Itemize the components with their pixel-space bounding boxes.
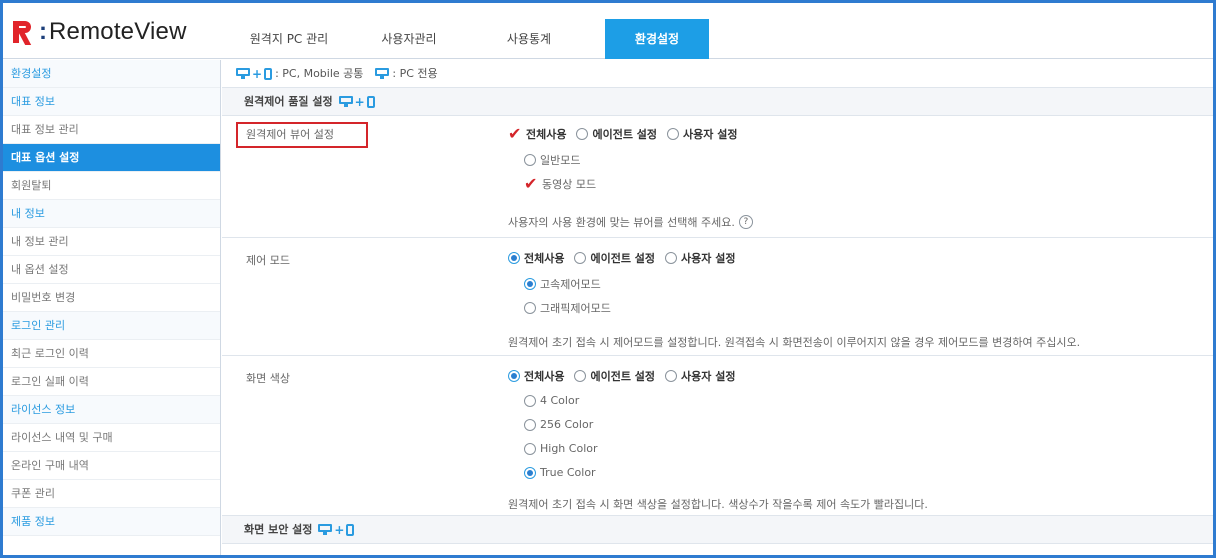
tab-settings[interactable]: 환경설정 — [605, 19, 709, 59]
legend-pc-text: : PC 전용 — [392, 66, 438, 80]
check-mark-icon: ✔ — [508, 124, 522, 143]
control-mode-label: 제어 모드 — [246, 254, 290, 267]
control-mode-hint: 원격제어 초기 접속 시 제어모드를 설정합니다. 원격접속 시 화면전송이 이… — [508, 336, 1081, 349]
control-scope-agent[interactable]: 에이전트 설정 — [574, 250, 655, 266]
radio-icon — [665, 252, 678, 264]
logo-separator: : — [39, 18, 47, 45]
radio-icon — [574, 370, 587, 382]
control-scope-all[interactable]: 전체사용 — [508, 250, 564, 266]
quality-section-header: 원격제어 품질 설정 + — [222, 88, 1213, 116]
radio-icon — [576, 128, 589, 140]
screen-color-label: 화면 색상 — [246, 372, 290, 385]
sidebar-item-my-options[interactable]: 내 옵션 설정 — [3, 256, 220, 284]
viewer-scope-all[interactable]: ✔ 전체사용 — [508, 126, 566, 142]
logo[interactable]: : RemoteView — [13, 17, 187, 47]
viewer-mode-video[interactable]: ✔ 동영상 모드 — [524, 176, 596, 192]
help-icon[interactable]: ? — [738, 215, 753, 229]
sidebar-item-rep-info-manage[interactable]: 대표 정보 관리 — [3, 116, 220, 144]
sidebar-item-coupons[interactable]: 쿠폰 관리 — [3, 480, 220, 508]
top-nav: 원격지 PC 관리 사용자관리 사용통계 환경설정 — [229, 19, 709, 59]
sidebar-item-online-orders[interactable]: 온라인 구매 내역 — [3, 452, 220, 480]
tab-remote-pc[interactable]: 원격지 PC 관리 — [229, 19, 349, 59]
radio-selected-icon — [524, 466, 536, 479]
radio-icon — [524, 442, 536, 455]
radio-icon — [524, 418, 536, 431]
pc-mobile-icon: + — [338, 88, 375, 116]
control-scope-options: 전체사용 에이전트 설정 사용자 설정 — [508, 250, 735, 266]
color-true[interactable]: True Color — [524, 466, 596, 479]
control-mode-fast[interactable]: 고속제어모드 — [524, 276, 601, 292]
sidebar-item-withdraw[interactable]: 회원탈퇴 — [3, 172, 220, 200]
color-high[interactable]: High Color — [524, 442, 598, 455]
color-scope-all[interactable]: 전체사용 — [508, 368, 564, 384]
viewer-mode-normal[interactable]: 일반모드 — [524, 152, 580, 168]
radio-icon — [524, 302, 536, 314]
radio-selected-icon — [508, 252, 520, 264]
color-scope-user[interactable]: 사용자 설정 — [665, 368, 735, 384]
screen-color-row: 화면 색상 전체사용 에이전트 설정 사용자 설정 4 Color 256 Co… — [222, 356, 1213, 516]
control-mode-row: 제어 모드 전체사용 에이전트 설정 사용자 설정 고속제어모드 그래픽제어모드… — [222, 238, 1213, 356]
radio-icon — [665, 370, 678, 382]
color-4[interactable]: 4 Color — [524, 394, 579, 407]
sidebar-section-product[interactable]: 제품 정보 — [3, 508, 220, 536]
control-scope-user[interactable]: 사용자 설정 — [665, 250, 735, 266]
pc-icon — [375, 68, 390, 79]
check-mark-icon: ✔ — [524, 174, 538, 193]
sidebar-section-license[interactable]: 라이선스 정보 — [3, 396, 220, 424]
pc-mobile-icon: + — [236, 60, 273, 88]
color-scope-agent[interactable]: 에이전트 설정 — [574, 368, 655, 384]
color-256[interactable]: 256 Color — [524, 418, 593, 431]
sidebar-item-my-info-manage[interactable]: 내 정보 관리 — [3, 228, 220, 256]
control-mode-graphic[interactable]: 그래픽제어모드 — [524, 300, 611, 316]
logo-name: RemoteView — [49, 18, 187, 45]
viewer-scope-options: ✔ 전체사용 에이전트 설정 사용자 설정 — [508, 126, 737, 142]
sidebar: 환경설정 대표 정보 대표 정보 관리 대표 옵션 설정 회원탈퇴 내 정보 내… — [3, 60, 221, 555]
radio-icon — [574, 252, 587, 264]
quality-section-title: 원격제어 품질 설정 — [244, 94, 333, 108]
viewer-scope-agent[interactable]: 에이전트 설정 — [576, 126, 657, 142]
sidebar-item-login-failures[interactable]: 로그인 실패 이력 — [3, 368, 220, 396]
sidebar-item-recent-login[interactable]: 최근 로그인 이력 — [3, 340, 220, 368]
sidebar-section-rep-info[interactable]: 대표 정보 — [3, 88, 220, 116]
radio-icon — [524, 154, 536, 166]
logo-r-mark — [13, 19, 35, 45]
security-section-header: 화면 보안 설정 + — [222, 516, 1213, 544]
radio-icon — [524, 394, 536, 407]
tab-usage-stats[interactable]: 사용통계 — [469, 19, 589, 59]
header: : RemoteView 원격지 PC 관리 사용자관리 사용통계 환경설정 — [3, 3, 1213, 59]
tab-user-management[interactable]: 사용자관리 — [349, 19, 469, 59]
viewer-setting-row: 원격제어 뷰어 설정 ✔ 전체사용 에이전트 설정 사용자 설정 일반모드 ✔ 동영… — [222, 116, 1213, 238]
main-content: + : PC, Mobile 공통 : PC 전용 원격제어 품질 설정 + 원… — [222, 60, 1213, 555]
viewer-scope-user[interactable]: 사용자 설정 — [667, 126, 737, 142]
viewer-setting-label: 원격제어 뷰어 설정 — [236, 122, 368, 148]
screen-color-hint: 원격제어 초기 접속 시 화면 색상을 설정합니다. 색상수가 작을수록 제어 … — [508, 498, 928, 511]
security-section-title: 화면 보안 설정 — [244, 522, 313, 536]
viewer-setting-hint: 사용자의 사용 환경에 맞는 뷰어를 선택해 주세요. ? — [508, 214, 753, 230]
radio-icon — [667, 128, 680, 140]
pc-mobile-icon: + — [318, 516, 355, 544]
sidebar-section-my-info[interactable]: 내 정보 — [3, 200, 220, 228]
legend-common-text: : PC, Mobile 공통 — [275, 66, 364, 80]
icon-legend: + : PC, Mobile 공통 : PC 전용 — [222, 60, 1213, 88]
radio-selected-icon — [508, 370, 520, 382]
color-scope-options: 전체사용 에이전트 설정 사용자 설정 — [508, 368, 735, 384]
sidebar-item-change-password[interactable]: 비밀번호 변경 — [3, 284, 220, 312]
radio-selected-icon — [524, 278, 536, 290]
sidebar-item-rep-options[interactable]: 대표 옵션 설정 — [3, 144, 220, 172]
sidebar-section-settings[interactable]: 환경설정 — [3, 60, 220, 88]
sidebar-section-login[interactable]: 로그인 관리 — [3, 312, 220, 340]
sidebar-item-license-purchase[interactable]: 라이선스 내역 및 구매 — [3, 424, 220, 452]
